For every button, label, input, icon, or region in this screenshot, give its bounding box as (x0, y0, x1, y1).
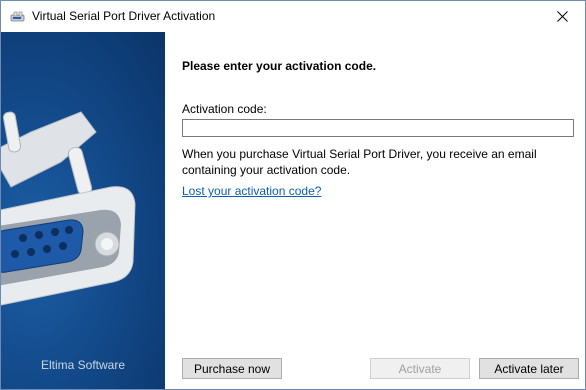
side-banner: Eltima Software (1, 32, 165, 389)
purchase-now-button[interactable]: Purchase now (182, 358, 282, 379)
activation-window: Virtual Serial Port Driver Activation El… (0, 0, 586, 390)
activate-later-button[interactable]: Activate later (479, 358, 579, 379)
serial-port-app-icon (10, 9, 26, 25)
page-heading: Please enter your activation code. (182, 59, 377, 73)
vendor-name: Eltima Software (40, 358, 126, 372)
info-text: When you purchase Virtual Serial Port Dr… (182, 147, 537, 177)
close-icon (556, 11, 568, 22)
activation-code-label: Activation code: (182, 102, 267, 116)
title-bar[interactable]: Virtual Serial Port Driver Activation (1, 1, 585, 32)
activate-button[interactable]: Activate (370, 358, 470, 379)
window-title: Virtual Serial Port Driver Activation (32, 9, 216, 23)
lost-code-link[interactable]: Lost your activation code? (182, 184, 321, 198)
serial-connector-illustration (1, 111, 136, 306)
content-panel: Please enter your activation code. Activ… (165, 32, 585, 389)
activation-code-input[interactable] (182, 119, 574, 137)
close-button[interactable] (539, 1, 585, 32)
